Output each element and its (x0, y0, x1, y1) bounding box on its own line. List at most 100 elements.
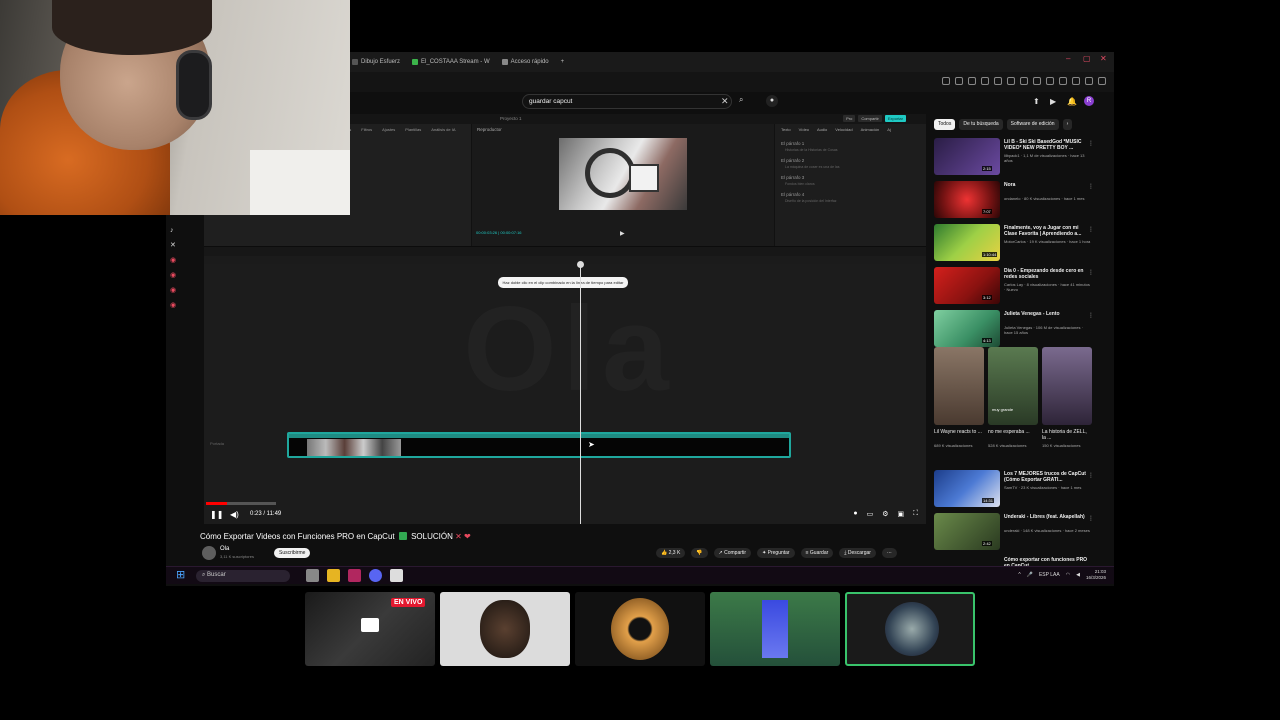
language-indicator[interactable]: ESP LAA (1039, 572, 1060, 578)
short-thumbnail[interactable] (988, 347, 1038, 425)
extension-icon[interactable] (1007, 77, 1015, 85)
short-thumbnail[interactable] (1042, 347, 1092, 425)
download-button[interactable]: ⤓ Descargar (839, 548, 876, 558)
more-vert-icon[interactable]: ⋮ (1088, 312, 1094, 319)
bell-icon[interactable]: 🔔 (1067, 97, 1077, 106)
avatar[interactable]: R (1084, 96, 1094, 106)
extension-icon[interactable] (1033, 77, 1041, 85)
recommended-video[interactable]: 7:07 Nora ondanelo · 80 K visualizacione… (934, 181, 1106, 222)
dislike-button[interactable]: 👎 (691, 548, 708, 558)
microphone-icon[interactable]: ● (766, 95, 778, 107)
x-icon[interactable]: ✕ (170, 241, 176, 249)
create-video-icon[interactable]: ▶ (1050, 97, 1059, 106)
browser-tab[interactable]: El_COSTAAA Stream - W (406, 54, 496, 70)
ask-button[interactable]: ✦ Preguntar (757, 548, 795, 558)
capcut-app-icon[interactable] (390, 569, 403, 582)
save-button[interactable]: ≡ Guardar (800, 548, 834, 558)
short-title[interactable]: no me esperaba ... (988, 429, 1038, 435)
stream-tile-tiger[interactable] (575, 592, 705, 666)
more-vert-icon[interactable]: ⋮ (1088, 140, 1094, 147)
windows-start-icon[interactable]: ⊞ (176, 570, 187, 581)
short-title[interactable]: Lil Wayne reacts to ... (934, 429, 984, 435)
video-title[interactable]: Underaki - Libres (feat. Akapellah) (1004, 514, 1092, 520)
clock[interactable]: 21:03 16/3/2026 (1086, 569, 1106, 581)
search-input[interactable]: guardar capcut (522, 94, 732, 109)
clear-search-icon[interactable]: ✕ (721, 96, 729, 107)
ai-icon[interactable] (1085, 77, 1093, 85)
more-vert-icon[interactable]: ⋮ (1088, 183, 1094, 190)
shield-icon[interactable] (981, 77, 989, 85)
stream-tile-avatar[interactable] (440, 592, 570, 666)
extension-icon[interactable] (1059, 77, 1067, 85)
channel-name[interactable]: Ola (220, 546, 229, 552)
share-button[interactable]: ↗ Compartir (713, 548, 752, 558)
recommended-video[interactable]: 2:15 Lil B - Ski Ski BasedGod *MUSIC VID… (934, 138, 1106, 179)
subtitles-button[interactable]: ▭ (867, 510, 874, 518)
video-title[interactable]: Los 7 MEJORES trucos de CapCut (Cómo Exp… (1004, 471, 1092, 483)
pink-circle-icon[interactable]: ◉ (170, 256, 176, 264)
taskbar-search[interactable]: ⌕ Buscar (196, 570, 290, 582)
recommended-video[interactable]: 14:31 Los 7 MEJORES trucos de CapCut (Có… (934, 470, 1106, 511)
more-vert-icon[interactable]: ⋮ (1088, 515, 1094, 522)
settings-button[interactable]: ⚙ (882, 510, 888, 518)
extension-icon[interactable] (994, 77, 1002, 85)
short-title[interactable]: La historia de ZELL, la ... (1042, 429, 1092, 441)
channel-avatar[interactable] (202, 546, 216, 560)
browser-tab[interactable]: Dibujo Esfuerz (346, 54, 406, 70)
pink-circle-icon[interactable]: ◉ (170, 301, 176, 309)
autoplay-toggle[interactable]: ● (853, 510, 857, 518)
chevron-up-icon[interactable]: ^ (1018, 572, 1020, 578)
fullscreen-button[interactable]: ⛶ (913, 510, 918, 518)
like-button[interactable]: 👍 2,3 K (656, 548, 686, 558)
subscribe-button[interactable]: Suscribirme (274, 548, 311, 558)
chip-next[interactable]: › (1062, 119, 1073, 130)
short-thumbnail[interactable] (934, 347, 984, 425)
wifi-icon[interactable]: ◠ (1066, 572, 1070, 578)
minimize-icon[interactable]: – (1066, 55, 1074, 63)
file-explorer-icon[interactable] (327, 569, 340, 582)
maximize-icon[interactable]: ▢ (1083, 55, 1091, 63)
task-view-icon[interactable] (306, 569, 319, 582)
extension-icon[interactable] (968, 77, 976, 85)
tiktok-icon[interactable]: ♪ (170, 227, 176, 234)
video-title[interactable]: Lil B - Ski Ski BasedGod *MUSIC VIDEO* N… (1004, 139, 1092, 151)
pink-circle-icon[interactable]: ◉ (170, 271, 176, 279)
discord-icon[interactable] (369, 569, 382, 582)
browser-tab[interactable]: Acceso rápido (496, 54, 555, 70)
chip-from-search[interactable]: De tu búsqueda (959, 119, 1003, 130)
more-button[interactable]: ⋯ (881, 548, 897, 558)
close-icon[interactable]: ✕ (1100, 55, 1108, 63)
search-icon[interactable]: ⌕ (739, 95, 753, 107)
extension-icon[interactable] (1072, 77, 1080, 85)
chip-editing-software[interactable]: Software de edición (1006, 119, 1059, 130)
pause-button[interactable]: ❚❚ (210, 510, 223, 519)
more-vert-icon[interactable]: ⋮ (1088, 472, 1094, 479)
more-vert-icon[interactable]: ⋮ (1088, 226, 1094, 233)
theater-button[interactable]: ▣ (897, 510, 904, 518)
menu-icon[interactable] (1098, 77, 1106, 85)
chip-all[interactable]: Todos (934, 119, 956, 130)
zoom-icon[interactable] (942, 77, 950, 85)
recommended-video[interactable]: 3:12 Día 0 - Empezando desde cero en red… (934, 267, 1106, 308)
recommended-video[interactable]: 1:10:44 Finalmente, voy a Jugar con mi C… (934, 224, 1106, 265)
stream-tile-selected[interactable] (845, 592, 975, 666)
volume-button[interactable]: ◀) (230, 510, 239, 519)
microphone-icon[interactable]: 🎤 (1027, 572, 1033, 578)
browser-app-icon[interactable] (348, 569, 361, 582)
recommended-video[interactable]: 2:42 Underaki - Libres (feat. Akapellah)… (934, 513, 1106, 554)
recommended-video[interactable]: 4:13 Julieta Venegas - Lento Julieta Ven… (934, 310, 1106, 351)
video-title[interactable]: Julieta Venegas - Lento (1004, 311, 1092, 317)
video-title[interactable]: Finalmente, voy a Jugar con mi Clase Fav… (1004, 225, 1092, 237)
video-title[interactable]: Nora (1004, 182, 1092, 188)
more-vert-icon[interactable]: ⋮ (1088, 269, 1094, 276)
extension-icon[interactable] (1020, 77, 1028, 85)
pink-circle-icon[interactable]: ◉ (170, 286, 176, 294)
extension-icon[interactable] (955, 77, 963, 85)
new-tab-button[interactable]: + (555, 54, 571, 70)
speaker-icon[interactable]: ◀ (1076, 572, 1080, 578)
stream-tile-game[interactable] (710, 592, 840, 666)
stream-tile-live[interactable]: EN VIVO (305, 592, 435, 666)
create-icon[interactable]: ⬆ (1033, 97, 1042, 106)
video-title[interactable]: Día 0 - Empezando desde cero en redes so… (1004, 268, 1092, 280)
extension-icon[interactable] (1046, 77, 1054, 85)
